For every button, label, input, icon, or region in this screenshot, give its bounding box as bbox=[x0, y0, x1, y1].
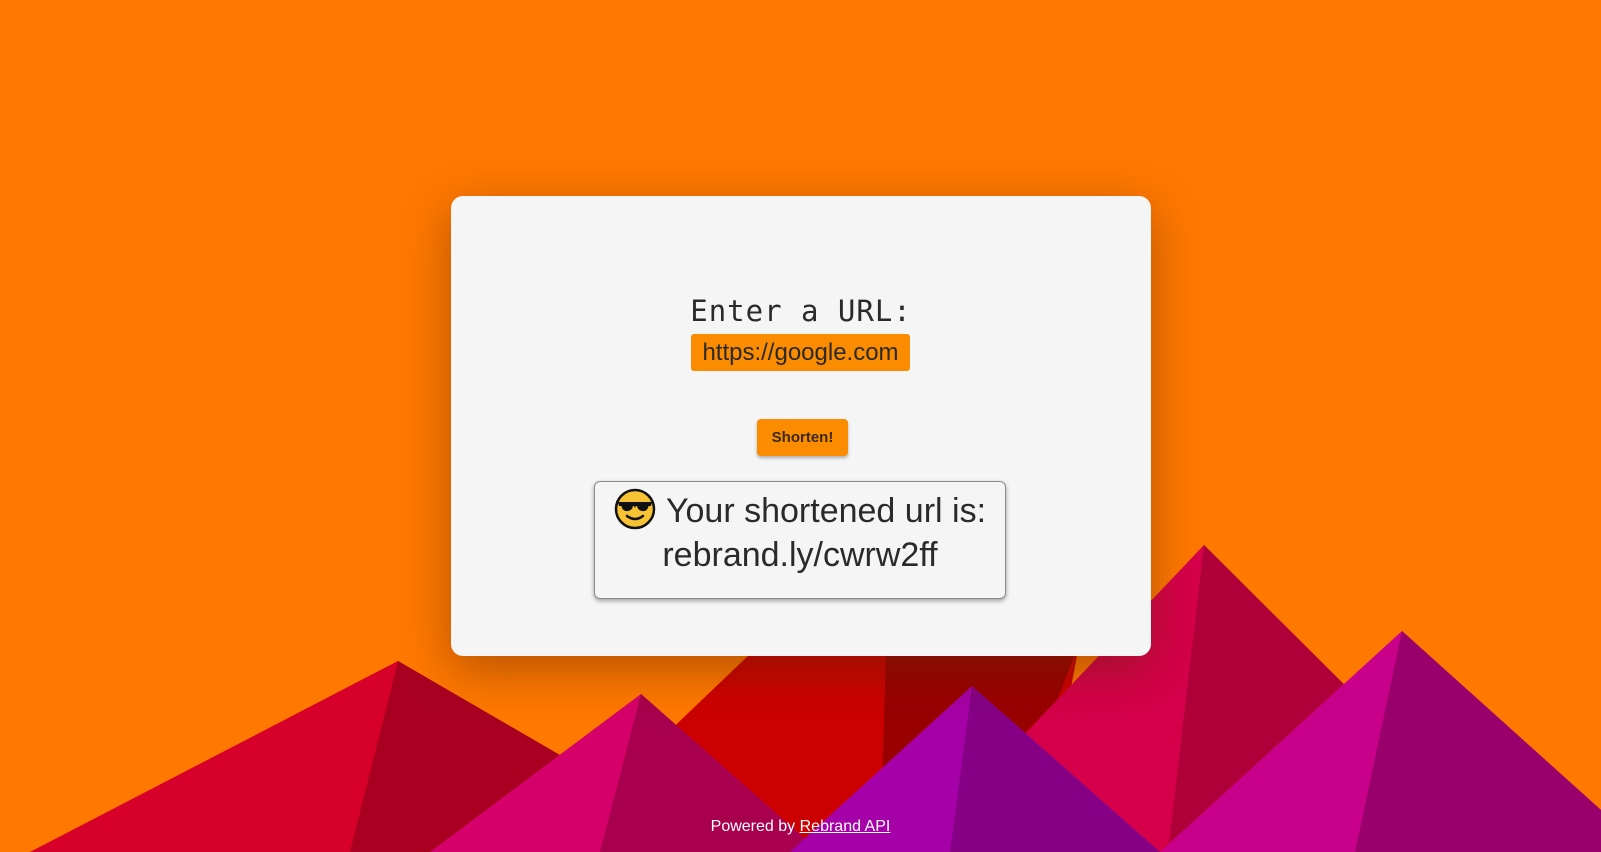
result-box: Your shortened url is: rebrand.ly/cwrw2f… bbox=[594, 481, 1006, 599]
rebrand-api-link[interactable]: Rebrand API bbox=[800, 818, 891, 835]
short-url-text: rebrand.ly/cwrw2ff bbox=[662, 536, 938, 574]
result-label: Your shortened url is: bbox=[665, 492, 987, 530]
url-prompt-label: Enter a URL: bbox=[690, 294, 912, 328]
shortener-card: Enter a URL: Shorten! Your shortened url… bbox=[451, 196, 1151, 656]
result-line: Your shortened url is: bbox=[595, 488, 1005, 533]
cool-sunglasses-face-icon bbox=[614, 488, 656, 530]
footer: Powered by Rebrand API bbox=[0, 818, 1601, 836]
url-input[interactable] bbox=[691, 334, 910, 371]
powered-by-text: Powered by bbox=[710, 818, 796, 835]
shorten-button[interactable]: Shorten! bbox=[757, 419, 848, 456]
